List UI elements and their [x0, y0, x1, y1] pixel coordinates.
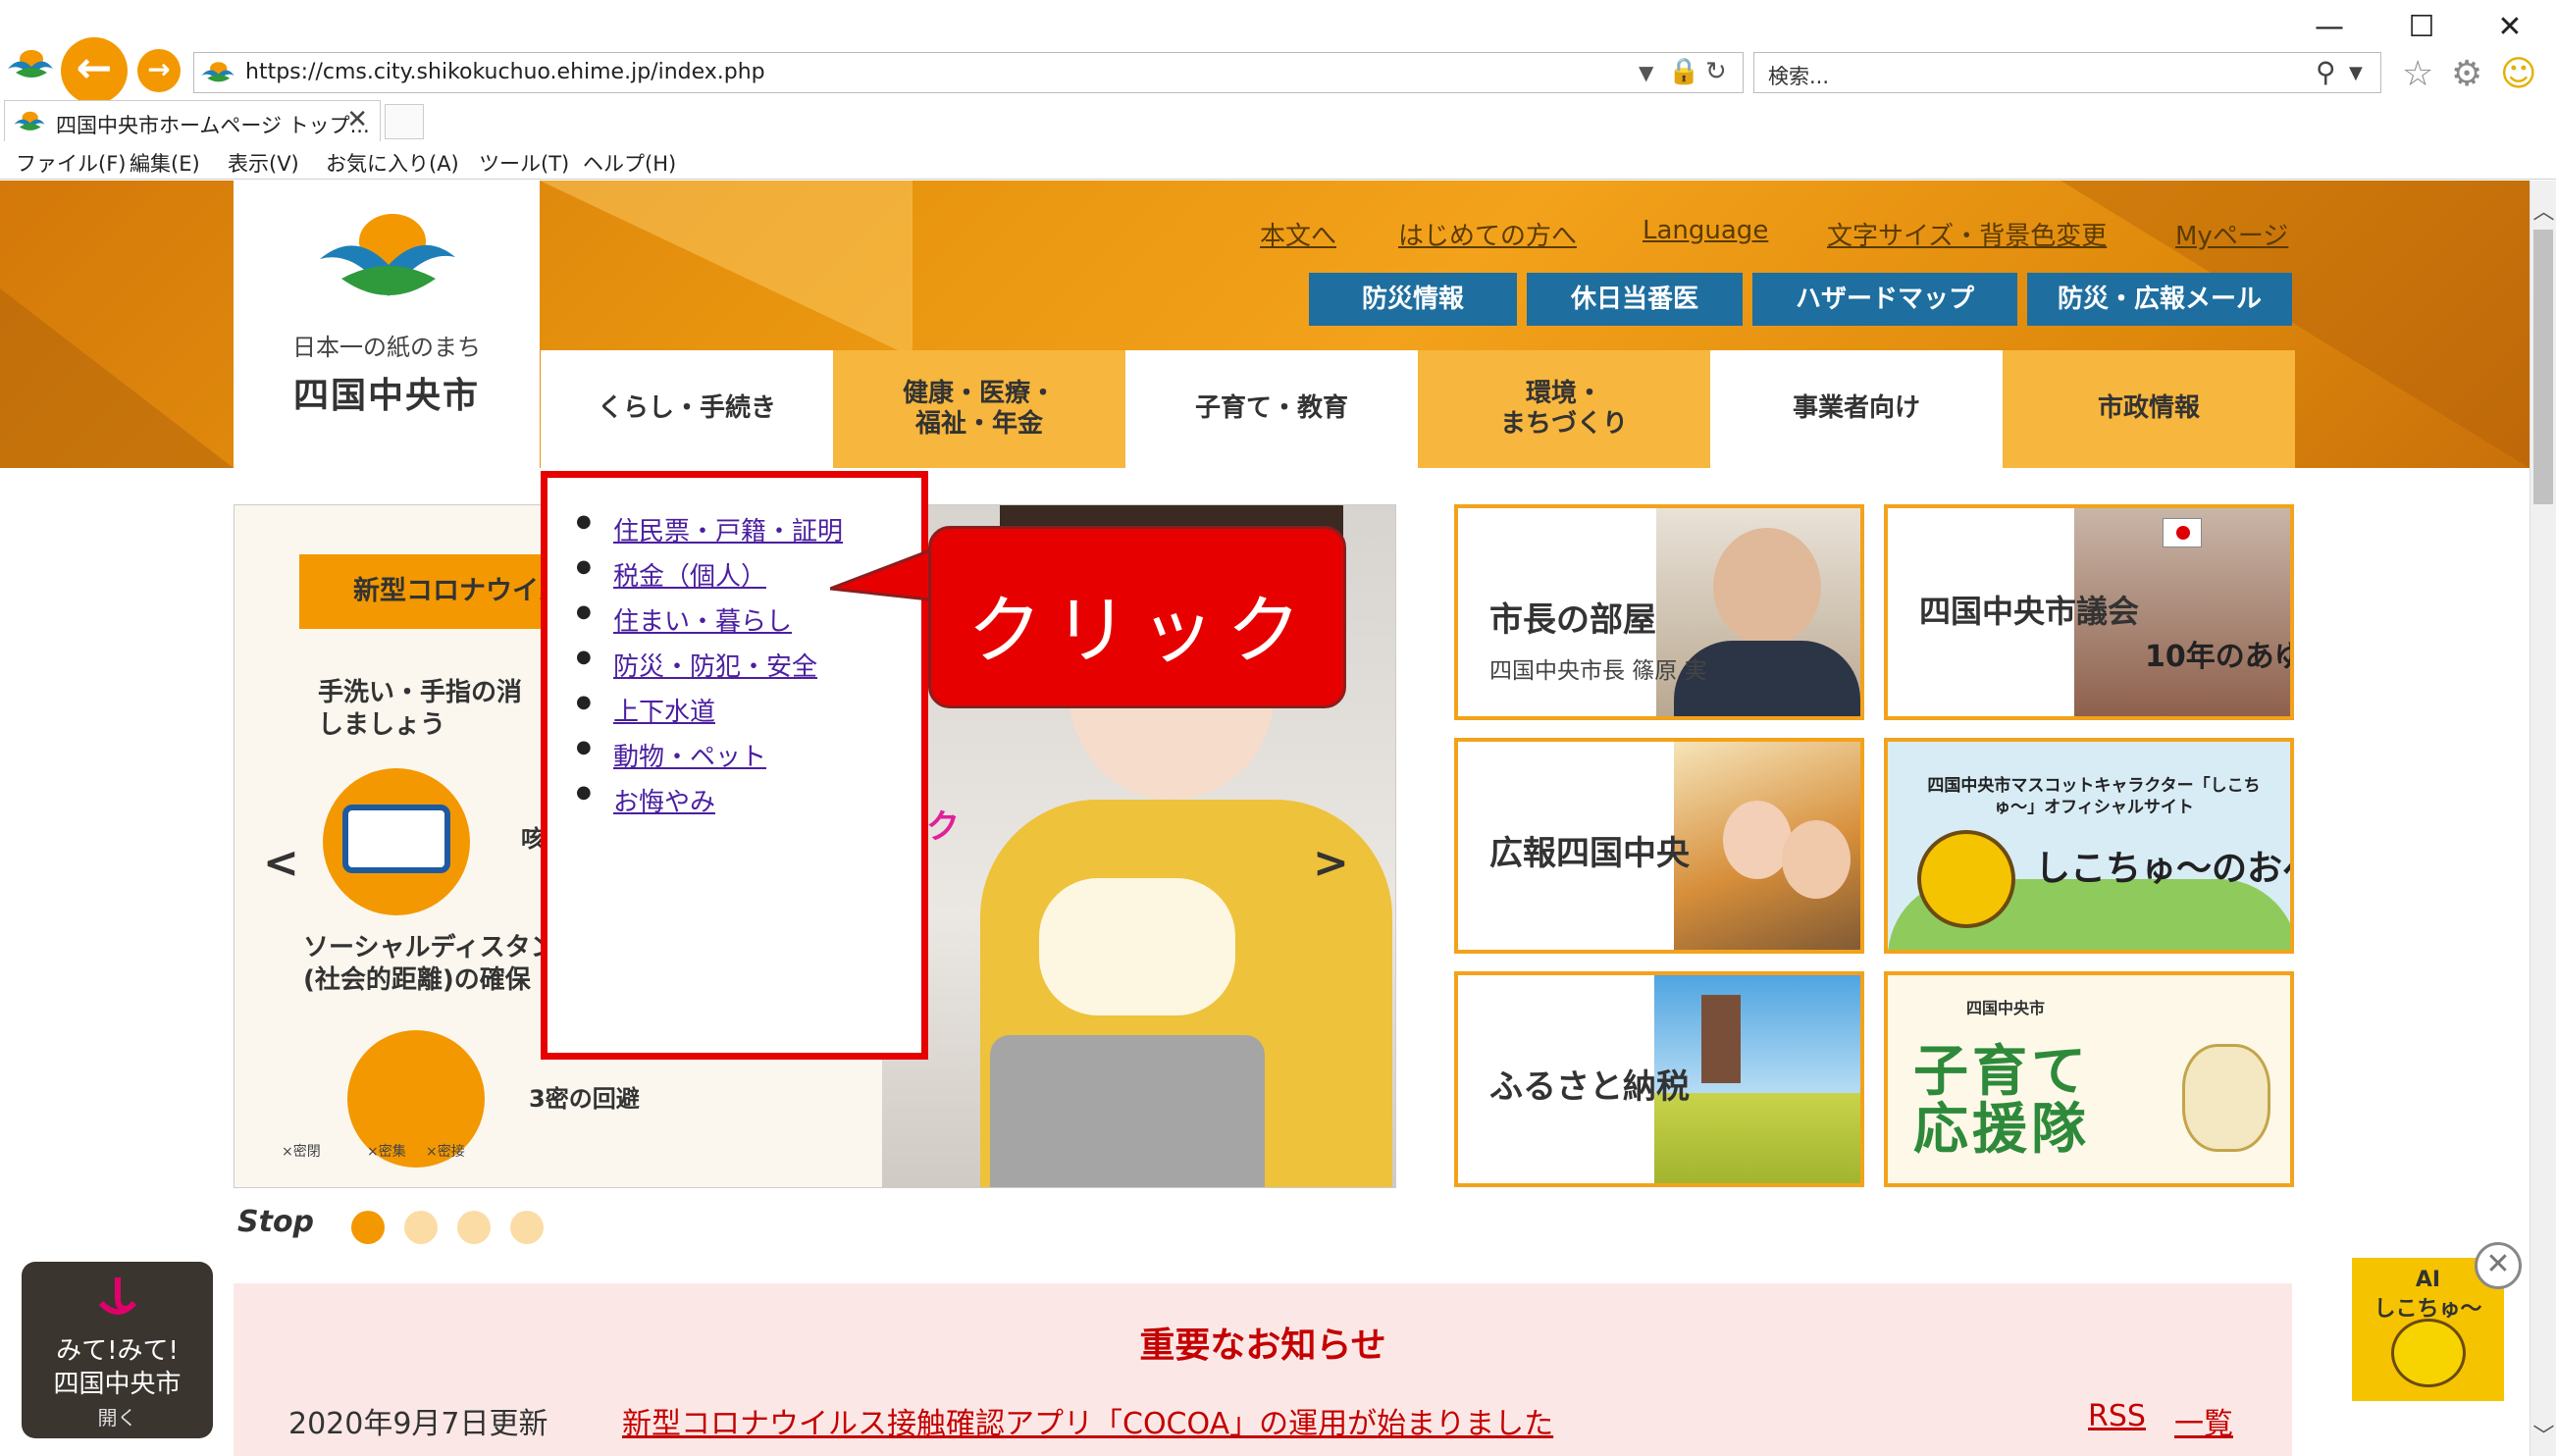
mascot-icon	[1917, 830, 2015, 928]
site-favicon-icon	[8, 50, 53, 78]
banner-mayor-room[interactable]: 市長の部屋 四国中央市長 篠原 実	[1454, 504, 1864, 720]
button-holiday-doctor[interactable]: 休日当番医	[1527, 273, 1743, 326]
dd-item-condolences[interactable]: お悔やみ	[576, 782, 715, 818]
button-hazard-map[interactable]: ハザードマップ	[1752, 273, 2017, 326]
lock-icon[interactable]: 🔒	[1668, 57, 1699, 86]
city-logo-icon	[320, 214, 455, 296]
search-dropdown-icon[interactable]: ▼	[2349, 63, 2363, 83]
scroll-up-icon[interactable]: ︿	[2530, 194, 2556, 226]
menu-edit[interactable]: 編集(E)	[130, 148, 200, 178]
close-tab-icon[interactable]: ✕	[346, 105, 368, 134]
page-content: 日本一の紙のまち 四国中央市 本文へ はじめての方へ Language 文字サイ…	[0, 181, 2530, 1456]
gnav-childcare[interactable]: 子育て・教育	[1125, 350, 1418, 468]
scroll-down-icon[interactable]: ﹀	[2530, 1419, 2556, 1450]
banner-childcare-support[interactable]: 四国中央市 子育て応援隊	[1884, 971, 2294, 1187]
gnav-health[interactable]: 健康・医療・ 福祉・年金	[833, 350, 1125, 468]
minimize-button[interactable]: —	[2300, 8, 2359, 47]
dd-item-safety[interactable]: 防災・防犯・安全	[576, 647, 817, 683]
faucet-image	[990, 1035, 1265, 1187]
notice-list-link[interactable]: 一覧	[2174, 1399, 2233, 1442]
notice-rss-link[interactable]: RSS	[2088, 1399, 2146, 1433]
tower-icon	[1701, 995, 1741, 1083]
search-icon[interactable]: ⚲	[2316, 56, 2336, 88]
slide-dot-2[interactable]	[404, 1211, 438, 1244]
new-tab-button[interactable]	[385, 104, 424, 139]
click-callout: クリック	[928, 526, 1346, 708]
notice-date: 2020年9月7日更新	[288, 1407, 548, 1441]
mascot-daikon-icon	[2182, 1044, 2270, 1152]
notice-link[interactable]: 新型コロナウイルス接触確認アプリ「COCOA」の運用が始まりました	[622, 1399, 1553, 1442]
gnav-business[interactable]: 事業者向け	[1710, 350, 2003, 468]
slide-text-handwash: 手洗い・手指の消 しましょう	[318, 678, 523, 740]
link-text-size[interactable]: 文字サイズ・背景色変更	[1827, 216, 2107, 252]
tab-favicon-icon	[14, 111, 45, 130]
banner-furusato-tax[interactable]: ふるさと納税	[1454, 971, 1864, 1187]
favorites-star-icon[interactable]: ☆	[2402, 54, 2433, 94]
dd-item-pets[interactable]: 動物・ペット	[576, 737, 766, 773]
feedback-smiley-icon[interactable]: ☺	[2500, 54, 2537, 94]
mayor-photo	[1713, 528, 1821, 646]
menu-help[interactable]: ヘルプ(H)	[583, 148, 676, 178]
tab-title: 四国中央市ホームページ トップ...	[56, 114, 370, 137]
address-dropdown-icon[interactable]: ▼	[1639, 61, 1653, 84]
forward-button[interactable]: →	[137, 49, 181, 92]
url-text[interactable]: https://cms.city.shikokuchuo.ehime.jp/in…	[245, 60, 765, 84]
dd-item-water[interactable]: 上下水道	[576, 692, 715, 728]
shikochu-logo-icon	[98, 1277, 137, 1315]
mite-mite-widget[interactable]: みて!みて! 四国中央市 開く	[22, 1262, 213, 1438]
settings-gear-icon[interactable]: ⚙	[2451, 54, 2482, 94]
slide-dot-1[interactable]	[351, 1211, 385, 1244]
menu-tools[interactable]: ツール(T)	[479, 148, 569, 178]
slide-text-distance: ソーシャルディスタンス (社会的距離)の確保	[303, 933, 582, 995]
slide-next-button[interactable]: >	[1313, 838, 1349, 888]
tab-row: 四国中央市ホームページ トップ... ✕	[0, 98, 2556, 143]
button-disaster-mail[interactable]: 防災・広報メール	[2027, 273, 2292, 326]
banner-city-council[interactable]: 四国中央市議会 10年のあゆみ	[1884, 504, 2294, 720]
notice-heading: 重要なお知らせ	[1139, 1326, 1386, 1366]
ai-mascot-icon	[2391, 1319, 2466, 1387]
slide-dot-4[interactable]	[510, 1211, 544, 1244]
button-disaster-info[interactable]: 防災情報	[1309, 273, 1517, 326]
dd-item-resident-card[interactable]: 住民票・戸籍・証明	[576, 511, 843, 547]
callout-pointer	[830, 546, 938, 602]
search-placeholder[interactable]: 検索...	[1768, 61, 1829, 90]
link-first-visit[interactable]: はじめての方へ	[1398, 216, 1577, 252]
dd-item-housing[interactable]: 住まい・暮らし	[576, 601, 792, 638]
callout-text: クリック	[967, 587, 1313, 674]
link-mypage[interactable]: Myページ	[2175, 216, 2288, 252]
slide-stop-button[interactable]: Stop	[237, 1205, 314, 1239]
page-scrollbar[interactable]: ︿ ﹀	[2530, 181, 2556, 1456]
gnav-environment[interactable]: 環境・ まちづくり	[1418, 350, 1710, 468]
back-button[interactable]: ←	[61, 37, 128, 104]
close-window-button[interactable]: ✕	[2480, 8, 2539, 47]
site-name: 四国中央市	[292, 376, 480, 416]
menu-favorites[interactable]: お気に入り(A)	[326, 148, 459, 178]
ai-widget-close-button[interactable]: ✕	[2475, 1242, 2522, 1289]
banner-public-relations[interactable]: 広報四国中央	[1454, 738, 1864, 954]
tab-shikokuchuo-home[interactable]: 四国中央市ホームページ トップ... ✕	[4, 100, 381, 141]
gnav-city-info[interactable]: 市政情報	[2003, 350, 2295, 468]
menu-file[interactable]: ファイル(F)	[16, 148, 126, 178]
slide-text-3c: 3密の回避	[529, 1085, 640, 1113]
dd-item-tax[interactable]: 税金（個人）	[576, 556, 766, 593]
browser-chrome: — ☐ ✕ ← → https://cms.city.shikokuchuo.e…	[0, 0, 2556, 180]
link-language[interactable]: Language	[1643, 216, 1768, 245]
slide-prev-button[interactable]: <	[263, 838, 299, 888]
maximize-button[interactable]: ☐	[2392, 8, 2451, 47]
site-logo[interactable]: 日本一の紙のまち 四国中央市	[234, 181, 540, 468]
link-skip-to-content[interactable]: 本文へ	[1260, 216, 1336, 252]
slide-dot-3[interactable]	[457, 1211, 491, 1244]
slide-overlay-text: ク	[926, 807, 960, 847]
menu-view[interactable]: 表示(V)	[228, 148, 299, 178]
refresh-icon[interactable]: ↻	[1705, 57, 1727, 86]
scrollbar-thumb[interactable]	[2533, 230, 2553, 504]
slide-banner: 新型コロナウイルス	[299, 554, 564, 629]
banner-shikochu-mascot[interactable]: 四国中央市マスコットキャラクター「しこちゅ～」オフィシャルサイト しこちゅ～のお…	[1884, 738, 2294, 954]
important-notice-section: 重要なお知らせ 2020年9月7日更新 新型コロナウイルス接触確認アプリ「COC…	[234, 1283, 2292, 1456]
search-bar[interactable]: 検索... ⚲ ▼	[1753, 52, 2381, 93]
gnav-living[interactable]: くらし・手続き	[541, 350, 833, 468]
page-favicon-icon	[201, 62, 235, 82]
address-bar[interactable]: https://cms.city.shikokuchuo.ehime.jp/in…	[193, 52, 1744, 93]
site-tagline: 日本一の紙のまち	[292, 334, 481, 361]
